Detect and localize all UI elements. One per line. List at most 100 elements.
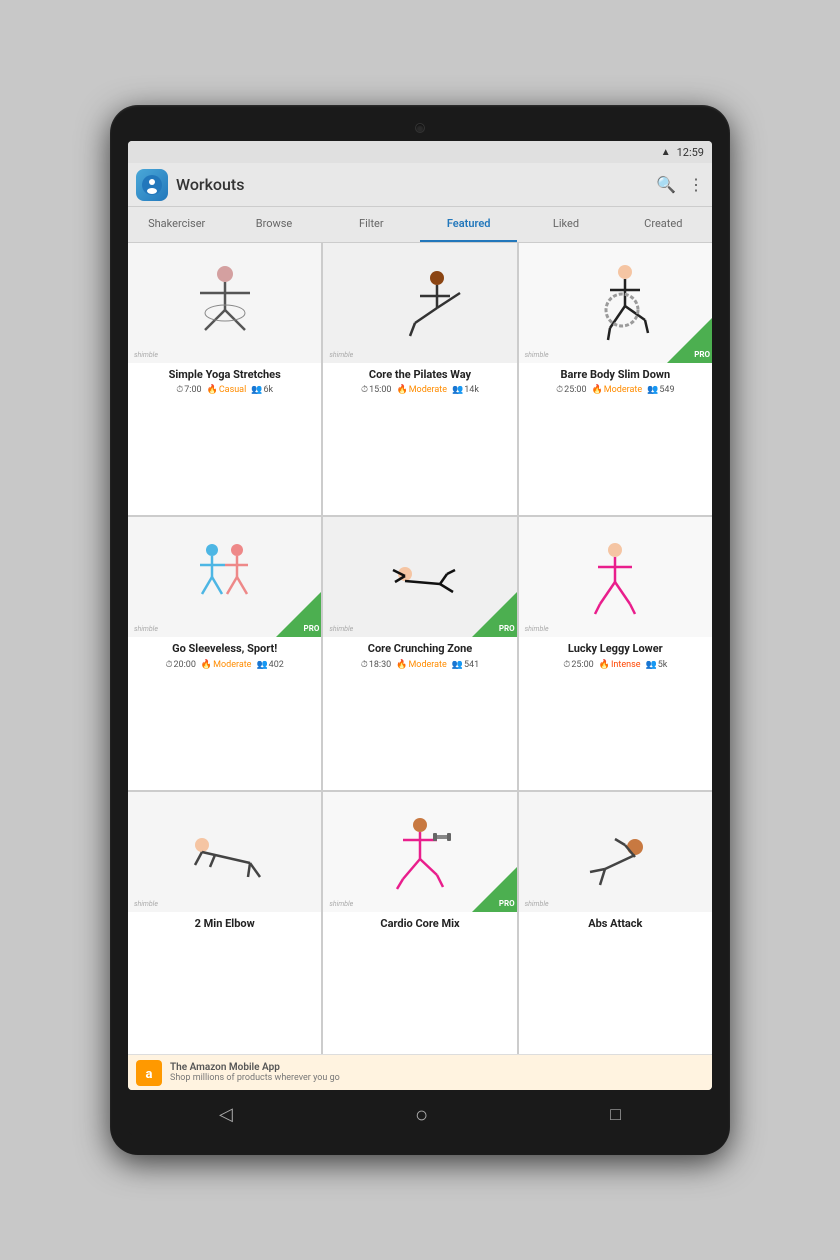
workout-card-cardio[interactable]: PRO shimble Cardio Core Mix <box>323 792 516 1054</box>
tab-browse[interactable]: Browse <box>225 207 322 242</box>
workout-card-core-pilates[interactable]: shimble Core the Pilates Way ⏱ 15:00 🔥 M… <box>323 243 516 515</box>
card-title-pilates: Core the Pilates Way <box>329 368 510 382</box>
card-meta-pilates: ⏱ 15:00 🔥 Moderate 👥 14k <box>329 385 510 395</box>
card-title-yoga: Simple Yoga Stretches <box>134 368 315 382</box>
meta-time-crunch: ⏱ 18:30 <box>361 660 391 670</box>
card-image-pilates: shimble <box>323 243 516 363</box>
nav-recent-button[interactable]: □ <box>610 1104 621 1125</box>
card-image-yoga: shimble <box>128 243 321 363</box>
app-title: Workouts <box>176 175 648 194</box>
meta-intensity-squat: 🔥 Intense <box>599 660 641 670</box>
card-title-crunch: Core Crunching Zone <box>329 642 510 656</box>
card-info-abs: Abs Attack <box>519 912 712 1054</box>
card-meta-yoga: ⏱ 7:00 🔥 Casual 👥 6k <box>134 385 315 395</box>
pro-label-cardio: PRO <box>499 899 515 908</box>
search-icon[interactable]: 🔍 <box>656 175 676 194</box>
tab-bar: Shakerciser Browse Filter Featured Liked… <box>128 207 712 243</box>
card-info-elbow: 2 Min Elbow <box>128 912 321 1054</box>
card-title-squat: Lucky Leggy Lower <box>525 642 706 656</box>
card-title-abs: Abs Attack <box>525 917 706 931</box>
card-info-cardio: Cardio Core Mix <box>323 912 516 1054</box>
pro-label-crunch: PRO <box>499 624 515 633</box>
app-icon <box>136 169 168 201</box>
card-image-sleeveless: PRO shimble <box>128 517 321 637</box>
tab-created[interactable]: Created <box>615 207 712 242</box>
time-display: 12:59 <box>677 146 704 159</box>
card-info-squat: Lucky Leggy Lower ⏱ 25:00 🔥 Intense 👥 5k <box>519 637 712 789</box>
card-image-abs: shimble <box>519 792 712 912</box>
card-info-yoga: Simple Yoga Stretches ⏱ 7:00 🔥 Casual 👥 … <box>128 363 321 515</box>
workout-card-simple-yoga[interactable]: shimble Simple Yoga Stretches ⏱ 7:00 🔥 C… <box>128 243 321 515</box>
meta-time-squat: ⏱ 25:00 <box>563 660 593 670</box>
card-title-elbow: 2 Min Elbow <box>134 917 315 931</box>
watermark-crunch: shimble <box>329 625 353 633</box>
meta-intensity-pilates: 🔥 Moderate <box>396 385 447 395</box>
tab-shakerciser[interactable]: Shakerciser <box>128 207 225 242</box>
camera <box>415 123 425 133</box>
nav-home-button[interactable]: ○ <box>415 1102 428 1128</box>
meta-count-pilates: 👥 14k <box>452 385 479 395</box>
screen: ▲ 12:59 Workouts 🔍 ⋮ Shakerciser <box>128 141 712 1090</box>
meta-count-barre: 👥 549 <box>647 385 674 395</box>
card-info-barre: Barre Body Slim Down ⏱ 25:00 🔥 Moderate … <box>519 363 712 515</box>
card-info-sleeveless: Go Sleeveless, Sport! ⏱ 20:00 🔥 Moderate… <box>128 637 321 789</box>
workout-card-elbow[interactable]: shimble 2 Min Elbow <box>128 792 321 1054</box>
workout-card-lucky-leggy[interactable]: shimble Lucky Leggy Lower ⏱ 25:00 🔥 Inte… <box>519 517 712 789</box>
card-title-sleeveless: Go Sleeveless, Sport! <box>134 642 315 656</box>
meta-intensity-yoga: 🔥 Casual <box>207 385 247 395</box>
svg-text:a: a <box>146 1067 153 1082</box>
workout-card-sleeveless[interactable]: PRO shimble Go Sleeveless, Sport! ⏱ 20:0… <box>128 517 321 789</box>
meta-time-pilates: ⏱ 15:00 <box>361 385 391 395</box>
tab-filter[interactable]: Filter <box>323 207 420 242</box>
card-image-barre: PRO shimble <box>519 243 712 363</box>
card-meta-squat: ⏱ 25:00 🔥 Intense 👥 5k <box>525 660 706 670</box>
action-bar: Workouts 🔍 ⋮ <box>128 163 712 207</box>
watermark-sleeveless: shimble <box>134 625 158 633</box>
workout-card-core-crunch[interactable]: PRO shimble Core Crunching Zone ⏱ 18:30 … <box>323 517 516 789</box>
meta-intensity-barre: 🔥 Moderate <box>592 385 643 395</box>
signal-icon: ▲ <box>661 147 671 158</box>
card-title-barre: Barre Body Slim Down <box>525 368 706 382</box>
meta-count-crunch: 👥 541 <box>452 660 479 670</box>
workout-grid: shimble Simple Yoga Stretches ⏱ 7:00 🔥 C… <box>128 243 712 1054</box>
meta-count-squat: 👥 5k <box>646 660 668 670</box>
meta-time-yoga: ⏱ 7:00 <box>176 385 201 395</box>
meta-time-barre: ⏱ 25:00 <box>556 385 586 395</box>
pro-label-barre: PRO <box>694 350 710 359</box>
workout-card-barre[interactable]: PRO shimble Barre Body Slim Down ⏱ 25:00… <box>519 243 712 515</box>
watermark-cardio: shimble <box>329 900 353 908</box>
watermark-abs: shimble <box>525 900 549 908</box>
card-image-plank: shimble <box>128 792 321 912</box>
ad-banner[interactable]: a The Amazon Mobile App Shop millions of… <box>128 1054 712 1090</box>
bottom-navigation: ◁ ○ □ <box>128 1092 712 1137</box>
card-image-squat: shimble <box>519 517 712 637</box>
action-bar-icons: 🔍 ⋮ <box>656 175 704 194</box>
ad-subtitle: Shop millions of products wherever you g… <box>170 1073 340 1083</box>
ad-content: The Amazon Mobile App Shop millions of p… <box>170 1062 340 1083</box>
watermark-barre: shimble <box>525 351 549 359</box>
meta-count-sleeveless: 👥 402 <box>256 660 283 670</box>
tablet-device: ▲ 12:59 Workouts 🔍 ⋮ Shakerciser <box>110 105 730 1155</box>
card-meta-sleeveless: ⏱ 20:00 🔥 Moderate 👥 402 <box>134 660 315 670</box>
meta-intensity-crunch: 🔥 Moderate <box>396 660 447 670</box>
ad-title: The Amazon Mobile App <box>170 1062 340 1073</box>
card-meta-barre: ⏱ 25:00 🔥 Moderate 👥 549 <box>525 385 706 395</box>
watermark-yoga: shimble <box>134 351 158 359</box>
more-icon[interactable]: ⋮ <box>688 175 704 194</box>
amazon-logo: a <box>136 1060 162 1086</box>
pro-label-sleeveless: PRO <box>304 624 320 633</box>
card-image-cardio: PRO shimble <box>323 792 516 912</box>
meta-time-sleeveless: ⏱ 20:00 <box>165 660 195 670</box>
card-meta-crunch: ⏱ 18:30 🔥 Moderate 👥 541 <box>329 660 510 670</box>
meta-count-yoga: 👥 6k <box>251 385 273 395</box>
tab-featured[interactable]: Featured <box>420 207 517 242</box>
card-image-crunch: PRO shimble <box>323 517 516 637</box>
watermark-plank: shimble <box>134 900 158 908</box>
tab-liked[interactable]: Liked <box>517 207 614 242</box>
card-info-crunch: Core Crunching Zone ⏱ 18:30 🔥 Moderate 👥… <box>323 637 516 789</box>
watermark-squat: shimble <box>525 625 549 633</box>
card-title-cardio: Cardio Core Mix <box>329 917 510 931</box>
nav-back-button[interactable]: ◁ <box>219 1104 233 1125</box>
meta-intensity-sleeveless: 🔥 Moderate <box>201 660 252 670</box>
workout-card-abs[interactable]: shimble Abs Attack <box>519 792 712 1054</box>
